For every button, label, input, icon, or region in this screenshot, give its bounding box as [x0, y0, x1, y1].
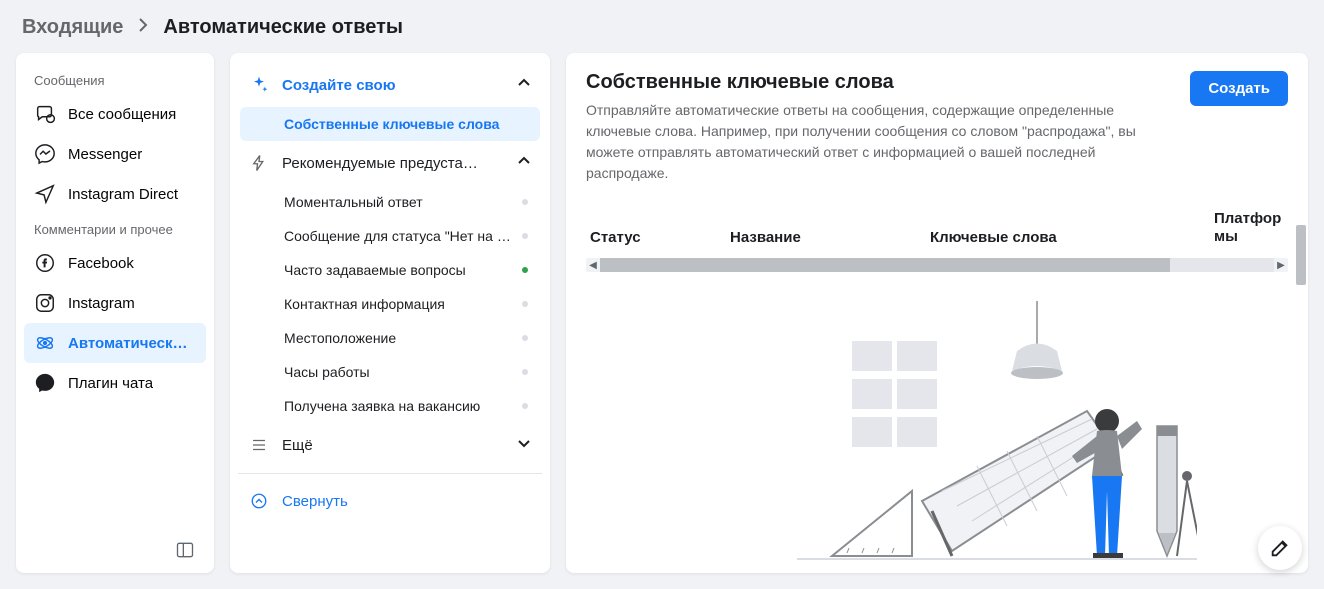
chat-bubbles-icon [34, 103, 56, 125]
vscroll-thumb[interactable] [1296, 225, 1306, 285]
sub-item-label: Часы работы [284, 364, 512, 380]
status-dot-on [522, 267, 528, 273]
column-header-keywords: Ключевые слова [930, 229, 1214, 246]
sub-item-custom-keywords[interactable]: Собственные ключевые слова [240, 107, 540, 141]
divider [238, 473, 542, 474]
sidebar-item-all-messages[interactable]: Все сообщения [24, 94, 206, 134]
sub-item-label: Моментальный ответ [284, 194, 512, 210]
sub-item-away-message[interactable]: Сообщение для статуса "Нет на ме… [240, 219, 540, 253]
collapse-sidebar-button[interactable] [174, 539, 196, 561]
sidebar-item-instagram[interactable]: Instagram [24, 283, 206, 323]
main-title: Собственные ключевые слова [586, 71, 1174, 94]
status-dot-off [522, 233, 528, 239]
sub-item-instant-reply[interactable]: Моментальный ответ [240, 185, 540, 219]
sidebar-item-label: Все сообщения [68, 106, 176, 123]
chevron-up-icon [516, 153, 532, 173]
scroll-left-arrow[interactable]: ◀ [586, 258, 600, 272]
lightning-icon [248, 154, 270, 172]
horizontal-scrollbar[interactable]: ◀ ▶ [586, 258, 1288, 272]
table-header-row: Статус Название Ключевые слова Платформы [586, 204, 1288, 258]
sub-item-label: Местоположение [284, 330, 512, 346]
status-dot-off [522, 403, 528, 409]
sidebar-item-automated-responses[interactable]: Автоматическ… [24, 323, 206, 363]
sub-item-label: Сообщение для статуса "Нет на ме… [284, 228, 512, 244]
accordion-label: Ещё [282, 437, 504, 454]
facebook-icon [34, 252, 56, 274]
empty-state-illustration [586, 272, 1288, 561]
accordion-more[interactable]: Ещё [238, 423, 542, 467]
status-dot-off [522, 301, 528, 307]
sidebar-item-chat-plugin[interactable]: Плагин чата [24, 363, 206, 403]
atom-icon [34, 332, 56, 354]
collapse-label: Свернуть [282, 493, 532, 510]
status-dot-off [522, 199, 528, 205]
sub-item-location[interactable]: Местоположение [240, 321, 540, 355]
sidebar-item-label: Instagram [68, 295, 135, 312]
sub-item-contact-info[interactable]: Контактная информация [240, 287, 540, 321]
accordion-create-your-own[interactable]: Создайте свою [238, 63, 542, 107]
edit-fab-button[interactable] [1258, 526, 1302, 570]
sidebar-item-label: Facebook [68, 255, 134, 272]
create-button[interactable]: Создать [1190, 71, 1288, 106]
sub-item-faq[interactable]: Часто задаваемые вопросы [240, 253, 540, 287]
sub-item-label: Контактная информация [284, 296, 512, 312]
sidebar-item-label: Автоматическ… [68, 335, 187, 352]
sub-item-label: Получена заявка на вакансию [284, 398, 512, 414]
column-header-platforms: Платформы [1214, 210, 1284, 246]
chat-filled-icon [34, 372, 56, 394]
chevron-down-icon [516, 435, 532, 455]
automation-list-panel: Создайте свою Собственные ключевые слова… [230, 53, 550, 573]
main-description: Отправляйте автоматические ответы на соо… [586, 100, 1174, 184]
section-label-comments: Комментарии и прочее [24, 214, 206, 243]
chevron-up-icon [516, 75, 532, 95]
sidebar-item-instagram-direct[interactable]: Instagram Direct [24, 174, 206, 214]
breadcrumb-parent[interactable]: Входящие [22, 16, 123, 39]
chevron-right-icon [135, 16, 151, 39]
sub-item-job-application[interactable]: Получена заявка на вакансию [240, 389, 540, 423]
column-header-name: Название [730, 229, 930, 246]
sidebar-item-label: Плагин чата [68, 375, 153, 392]
scroll-thumb[interactable] [600, 258, 1170, 272]
collapse-icon [248, 492, 270, 510]
status-dot-off [522, 369, 528, 375]
left-sidebar: Сообщения Все сообщения Messenger Instag… [16, 53, 214, 573]
accordion-label: Рекомендуемые предуста… [282, 155, 504, 172]
collapse-all-button[interactable]: Свернуть [238, 480, 542, 522]
sidebar-item-facebook[interactable]: Facebook [24, 243, 206, 283]
sidebar-item-label: Instagram Direct [68, 186, 178, 203]
vertical-scrollbar[interactable] [1296, 225, 1306, 561]
section-label-messages: Сообщения [24, 65, 206, 94]
accordion-recommended-presets[interactable]: Рекомендуемые предуста… [238, 141, 542, 185]
sparkle-icon [248, 75, 270, 95]
automation-table: Статус Название Ключевые слова Платформы… [586, 204, 1288, 561]
menu-icon [248, 436, 270, 454]
sidebar-item-label: Messenger [68, 146, 142, 163]
accordion-label: Создайте свою [282, 77, 504, 94]
main-panel: Собственные ключевые слова Отправляйте а… [566, 53, 1308, 573]
column-header-status: Статус [590, 229, 730, 246]
messenger-icon [34, 143, 56, 165]
sidebar-item-messenger[interactable]: Messenger [24, 134, 206, 174]
sub-item-label: Собственные ключевые слова [284, 116, 528, 132]
sub-item-hours[interactable]: Часы работы [240, 355, 540, 389]
status-dot-off [522, 335, 528, 341]
sub-item-label: Часто задаваемые вопросы [284, 262, 512, 278]
breadcrumb-current: Автоматические ответы [163, 16, 403, 39]
instagram-icon [34, 292, 56, 314]
paper-plane-icon [34, 183, 56, 205]
breadcrumb: Входящие Автоматические ответы [0, 0, 1324, 53]
scroll-right-arrow[interactable]: ▶ [1274, 258, 1288, 272]
